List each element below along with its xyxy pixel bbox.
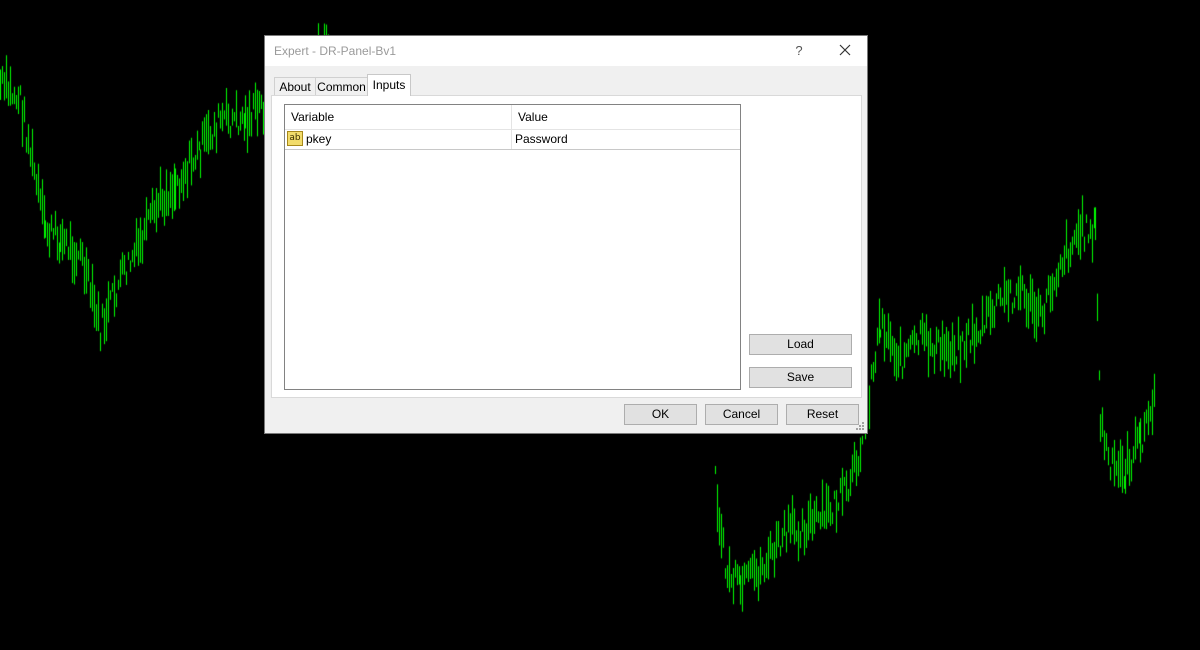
close-button[interactable] — [833, 41, 857, 61]
tab-common[interactable]: Common — [315, 77, 368, 95]
inputs-tab-panel: Variable Value ab pkey Password Load Sav… — [271, 95, 862, 398]
tab-about[interactable]: About — [274, 77, 316, 95]
inputs-grid: Variable Value ab pkey Password — [284, 104, 741, 390]
help-button[interactable]: ? — [787, 41, 811, 61]
column-header-value[interactable]: Value — [512, 105, 740, 129]
tab-inputs[interactable]: Inputs — [367, 74, 411, 96]
cancel-button[interactable]: Cancel — [705, 404, 778, 425]
ok-button[interactable]: OK — [624, 404, 697, 425]
load-button[interactable]: Load — [749, 334, 852, 355]
save-button[interactable]: Save — [749, 367, 852, 388]
table-row[interactable]: ab pkey Password — [285, 129, 740, 150]
window-title: Expert - DR-Panel-Bv1 — [274, 44, 397, 58]
close-icon — [839, 44, 851, 56]
variable-name: pkey — [306, 132, 332, 146]
grid-header: Variable Value — [285, 105, 740, 130]
expert-properties-dialog: Expert - DR-Panel-Bv1 ? About Common Inp… — [264, 35, 868, 434]
reset-button[interactable]: Reset — [786, 404, 859, 425]
column-header-variable[interactable]: Variable — [285, 105, 512, 129]
resize-grip-icon[interactable] — [855, 421, 865, 431]
string-type-icon: ab — [287, 131, 303, 146]
variable-cell[interactable]: ab pkey — [285, 129, 512, 149]
title-bar[interactable]: Expert - DR-Panel-Bv1 ? — [265, 36, 867, 66]
value-cell[interactable]: Password — [515, 129, 735, 149]
